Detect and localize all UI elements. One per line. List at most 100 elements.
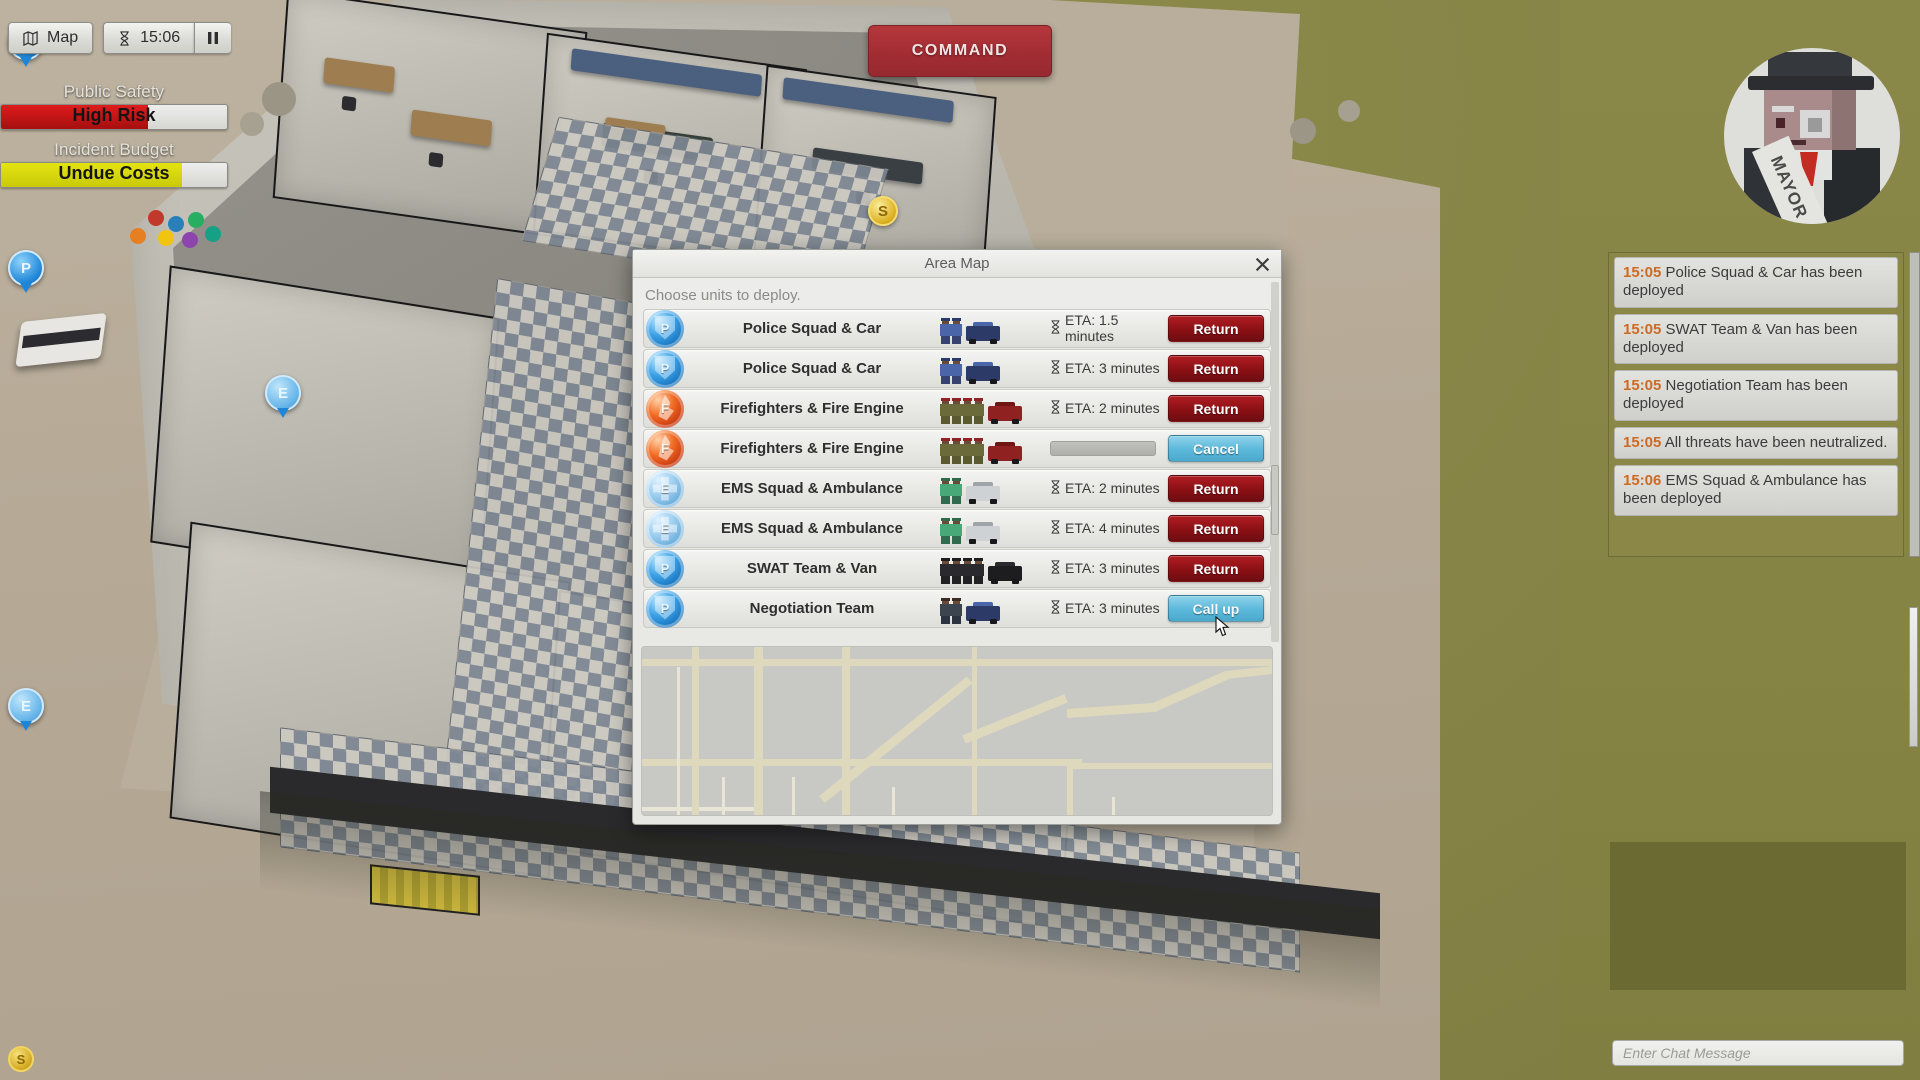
unit-crew-sprite [940,397,984,424]
avatar-circle: MAYOR [1724,48,1900,224]
crew-member-sprite [951,557,962,584]
chat-input[interactable] [1612,1040,1904,1066]
money-indicator[interactable]: S [8,1046,34,1072]
decor-ball [188,212,204,228]
status-meters: Public Safety High Risk Incident Budget … [0,82,240,198]
log-timestamp: 15:05 [1623,433,1662,451]
crew-member-sprite [951,317,962,344]
unit-row[interactable]: E EMS Squad & Ambulance ETA: 2 minutes Retu… [643,469,1271,508]
log-entry[interactable]: 15:06 EMS Squad & Ambulance has been dep… [1614,465,1898,516]
decor-ball [148,210,164,226]
unit-row[interactable]: P Police Squad & Car ETA: 1.5 minutes Retur… [643,309,1271,348]
decor-rock [1290,118,1316,144]
dialog-title: Area Map [924,255,990,272]
unit-row[interactable]: P Negotiation Team ETA: 3 minutes Call up [643,589,1271,628]
dialog-scrollbar-thumb[interactable] [1271,465,1279,535]
unit-eta-label: ETA: 3 minutes [1065,559,1160,576]
hourglass-icon [1050,360,1061,377]
pause-button[interactable] [194,22,232,54]
unit-eta: ETA: 4 minutes [1050,520,1168,537]
progress-track [1050,441,1156,456]
meter-incident-budget: Incident Budget Undue Costs [0,140,240,188]
hourglass-icon [1050,400,1061,417]
decor-ball [205,226,221,242]
unit-eta-label: ETA: 3 minutes [1065,599,1160,616]
avatar-suit-right [1824,148,1880,224]
decor-ball [168,216,184,232]
unit-name: Police Squad & Car [742,320,882,337]
unit-eta-label: ETA: 1.5 minutes [1065,312,1119,344]
map-button-label: Map [47,29,79,46]
unit-eta: ETA: 1.5 minutes [1050,313,1168,343]
log-timestamp: 15:05 [1623,377,1662,395]
unit-action-button[interactable]: Return [1168,395,1264,422]
crew-member-sprite [940,517,951,544]
clock-display[interactable]: 15:06 [103,22,195,54]
log-entry[interactable]: 15:05 Negotiation Team has been deployed [1614,370,1898,421]
decor-rock [262,82,296,116]
crew-member-sprite [951,357,962,384]
decor-rock [1338,100,1360,122]
log-entry[interactable]: 15:05 Police Squad & Car has been deploy… [1614,257,1898,308]
unit-badge-police-icon: P [646,349,684,388]
unit-row[interactable]: F Firefighters & Fire Engine Cancel [643,429,1271,468]
unit-row[interactable]: P Police Squad & Car ETA: 3 minutes Return [643,349,1271,388]
dialog-titlebar: Area Map [633,250,1281,278]
log-entry[interactable]: 15:05 SWAT Team & Van has been deployed [1614,313,1898,365]
unit-badge-fire-icon: F [646,389,684,428]
unit-action: Return [1168,395,1270,422]
unit-action-button[interactable]: Return [1168,475,1264,502]
meter-bar: Undue Costs [0,162,228,188]
unit-badge-fire-icon: F [646,429,684,468]
crew-member-sprite [940,317,951,344]
unit-action-button[interactable]: Return [1168,315,1264,342]
map-pin-ems-2[interactable]: E [8,688,44,731]
log-timestamp: 15:05 [1623,320,1662,338]
area-map-canvas[interactable] [641,646,1273,816]
unit-row[interactable]: E EMS Squad & Ambulance ETA: 4 minutes Retu… [643,509,1271,548]
unit-badge-police-icon: P [646,589,684,628]
unit-row[interactable]: F Firefighters & Fire Engine ETA: 2 minute… [643,389,1271,428]
crew-member-sprite [951,397,962,424]
unit-crew-sprite [940,357,962,384]
sash-label: MAYOR [1766,152,1812,222]
decor-rock [240,112,264,136]
unit-sprites [940,474,1050,504]
event-log-panel[interactable]: 15:05 Police Squad & Car has been deploy… [1608,252,1904,557]
crew-member-sprite [940,437,951,464]
unit-action-button[interactable]: Return [1168,515,1264,542]
avatar[interactable]: MAYOR [1724,48,1900,224]
unit-eta-label: ETA: 2 minutes [1065,399,1160,416]
unit-vehicle-sprite [988,561,1022,584]
command-button[interactable]: COMMAND [868,25,1052,77]
avatar-eyebrow [1772,106,1794,112]
map-button[interactable]: Map [8,22,94,54]
event-log-scrollbar[interactable] [1909,252,1920,747]
map-pin-police-2[interactable]: P [8,250,44,293]
meter-value: Undue Costs [58,163,170,183]
close-icon[interactable] [1251,253,1273,275]
dialog-scrollbar-track[interactable] [1271,282,1279,642]
unit-sprites [940,514,1050,544]
unit-action-button[interactable]: Return [1168,555,1264,582]
log-entry[interactable]: 15:05 All threats have been neutralized. [1614,426,1898,460]
money-coin-world[interactable]: S [868,196,898,226]
unit-eta-label: ETA: 3 minutes [1065,359,1160,376]
log-timestamp: 15:06 [1623,472,1662,490]
unit-action-button[interactable]: Cancel [1168,435,1264,462]
crew-member-sprite [962,397,973,424]
area-map-dialog[interactable]: Area Map Choose units to deploy. P Police… [632,249,1282,825]
unit-vehicle-sprite [966,481,1000,504]
unit-sprites [940,354,1050,384]
unit-eta-label: ETA: 2 minutes [1065,479,1160,496]
hud-top-bar: Map 15:06 [8,22,232,54]
unit-action-button[interactable]: Return [1168,355,1264,382]
clock-group: 15:06 [103,22,232,54]
unit-name: Negotiation Team [749,600,875,617]
unit-name: Police Squad & Car [742,360,882,377]
meter-label: Incident Budget [54,140,174,159]
unit-row[interactable]: P SWAT Team & Van ETA: 3 minutes Return [643,549,1271,588]
map-pin-ems-1[interactable]: E [265,375,301,418]
scrollbar-thumb[interactable] [1909,607,1918,747]
unit-action: Return [1168,555,1270,582]
